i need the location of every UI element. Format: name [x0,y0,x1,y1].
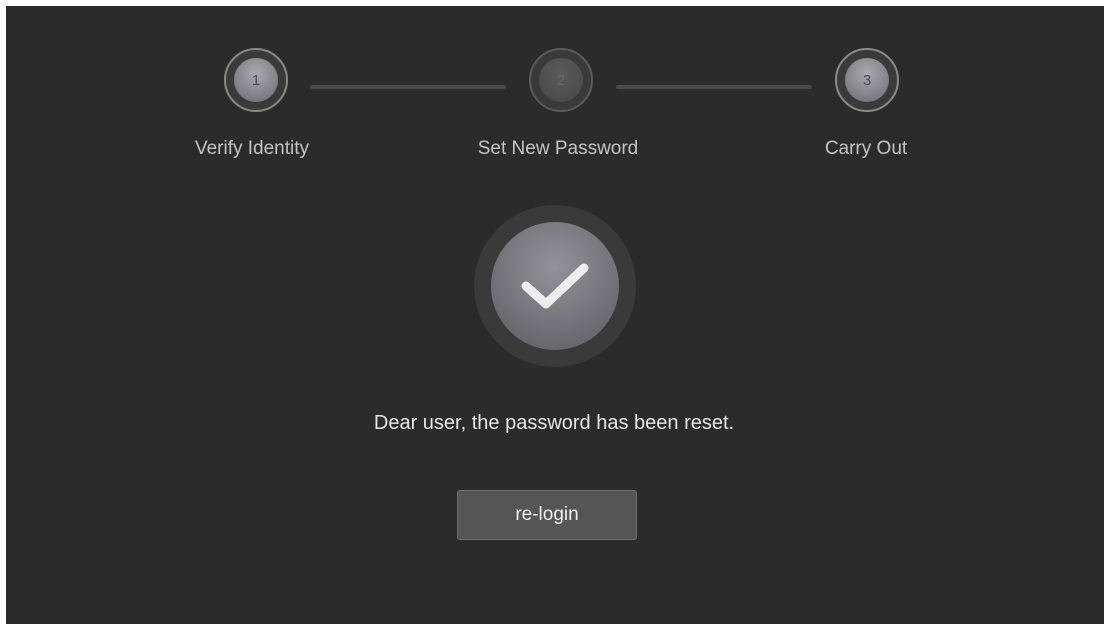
step-1-label: Verify Identity [194,138,310,159]
step-3-label: Carry Out [824,138,908,159]
step-1-indicator: 1 [224,48,288,112]
checkmark-icon [521,263,589,309]
step-2-indicator: 2 [529,48,593,112]
success-badge-inner [491,222,619,350]
step-2-label: Set New Password [477,138,639,159]
step-1-ring: 1 [224,48,288,112]
step-connector-2-3 [616,85,812,89]
step-3-indicator: 3 [835,48,899,112]
reset-success-message: Dear user, the password has been reset. [373,412,735,434]
step-1-number: 1 [234,58,278,102]
step-connector-1-2 [310,85,506,89]
success-badge [474,205,636,367]
relogin-button[interactable]: re-login [457,490,637,540]
step-2-number: 2 [539,58,583,102]
step-3-ring: 3 [835,48,899,112]
step-2-ring: 2 [529,48,593,112]
step-3-number: 3 [845,58,889,102]
